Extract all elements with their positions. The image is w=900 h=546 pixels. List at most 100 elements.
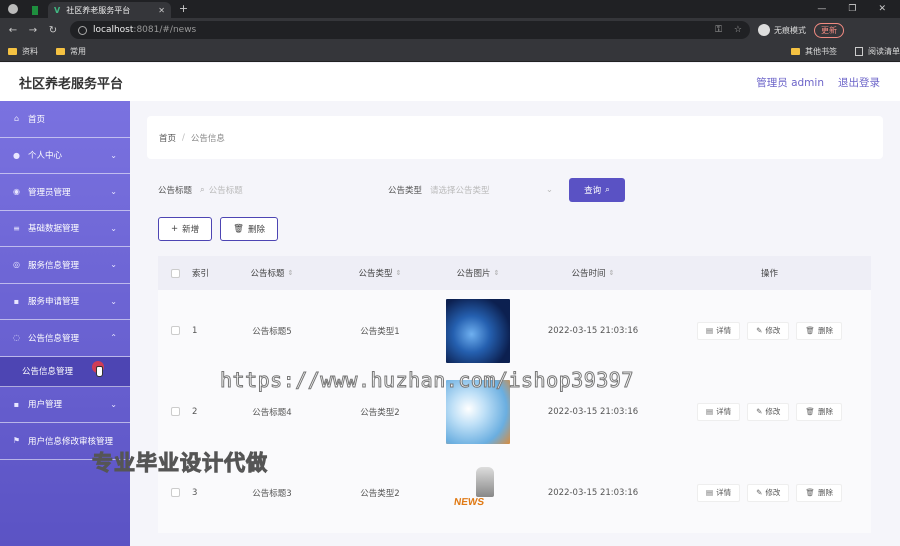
bookmark-folder[interactable]: 资料: [8, 46, 38, 57]
delete-button[interactable]: 🗑 删除: [796, 402, 842, 421]
row-index: 3: [192, 487, 198, 498]
apply-icon: ▪: [13, 296, 20, 306]
col-ops: 操作: [760, 269, 778, 279]
close-window-icon[interactable]: ✕: [878, 4, 886, 14]
detail-button[interactable]: ▤ 详情: [697, 402, 741, 421]
bulk-delete-button[interactable]: 🗑 删除: [220, 217, 278, 241]
search-icon: ⌕: [200, 185, 205, 195]
reading-list[interactable]: 阅读清单: [855, 46, 900, 57]
row-type: 公告类型2: [360, 407, 400, 418]
detail-button[interactable]: ▤ 详情: [697, 321, 741, 340]
other-bookmarks[interactable]: 其他书签: [791, 46, 837, 57]
edit-button[interactable]: ✎ 修改: [747, 402, 790, 421]
query-button[interactable]: 查询 ⌕: [569, 178, 626, 202]
delete-button[interactable]: 🗑 删除: [796, 483, 842, 502]
forward-icon[interactable]: →: [26, 25, 40, 36]
back-icon[interactable]: ←: [6, 25, 20, 36]
row-time: 2022-03-15 21:03:16: [547, 487, 639, 498]
row-title: 公告标题3: [252, 488, 292, 499]
col-title-label: 公告标题: [250, 269, 285, 279]
bookmark-label: 资料: [22, 47, 38, 56]
table-header: 索引 公告标题 ⇕ 公告类型 ⇕ 公告图片 ⇕ 公告时间 ⇕ 操作: [158, 256, 871, 290]
title-search-input[interactable]: ⌕ 公告标题: [200, 179, 330, 201]
notice-image[interactable]: [446, 298, 510, 363]
sidebar-item-home[interactable]: ⌂ 首页: [0, 101, 130, 138]
sidebar-item-profile[interactable]: ● 个人中心 ⌄: [0, 138, 130, 174]
active-tab[interactable]: V 社区养老服务平台 ✕: [48, 2, 171, 18]
chevron-down-icon: ⌄: [110, 150, 117, 160]
folder-icon: [791, 48, 800, 55]
sidebar-item-admin[interactable]: ◉ 管理员管理 ⌄: [0, 174, 130, 211]
delete-label: 删除: [247, 225, 265, 235]
col-time[interactable]: 公告时间 ⇕: [518, 267, 668, 279]
delete-label: 删除: [817, 407, 833, 416]
col-title[interactable]: 公告标题 ⇕: [222, 267, 322, 279]
col-image[interactable]: 公告图片 ⇕: [438, 267, 518, 279]
chevron-down-icon: ⌄: [545, 185, 554, 195]
minimize-icon[interactable]: —: [817, 4, 826, 14]
delete-button[interactable]: 🗑 删除: [796, 321, 842, 340]
sidebar-item-service[interactable]: ◎ 服务信息管理 ⌄: [0, 247, 130, 284]
browser-menu-icon[interactable]: [8, 4, 18, 14]
sidebar-item-notice[interactable]: ◌ 公告信息管理 ⌃: [0, 320, 130, 357]
flag-icon: ⚑: [12, 436, 21, 446]
sidebar-item-label: 用户管理: [28, 400, 63, 411]
sidebar-item-users[interactable]: ▪ 用户管理 ⌄: [0, 387, 130, 423]
chevron-down-icon: ⌄: [110, 399, 117, 409]
notice-image[interactable]: NEWS: [446, 460, 510, 525]
home-icon: ⌂: [13, 114, 20, 124]
bookmark-label: 其他书签: [805, 47, 837, 56]
row-index: 2: [192, 406, 198, 417]
reload-icon[interactable]: ↻: [46, 25, 60, 36]
detail-label: 详情: [716, 407, 732, 416]
tab-close-icon[interactable]: ✕: [158, 6, 165, 15]
sidebar-item-apply[interactable]: ▪ 服务申请管理 ⌄: [0, 284, 130, 320]
col-type[interactable]: 公告类型 ⇕: [322, 267, 438, 279]
update-button[interactable]: 更新: [814, 22, 844, 38]
service-icon: ◎: [13, 260, 20, 270]
app-header: 社区养老服务平台 管理员 admin 退出登录: [0, 63, 900, 101]
bookmark-folder[interactable]: 常用: [56, 46, 86, 57]
user-label: 管理员 admin: [756, 76, 824, 89]
row-checkbox[interactable]: [170, 488, 180, 497]
restore-icon[interactable]: ❐: [848, 4, 856, 14]
main-content: 首页 / 公告信息 公告标题 ⌕ 公告标题 公告类型 请选择公告类型 ⌄ 查询 …: [130, 101, 900, 546]
sort-icon: ⇕: [395, 269, 402, 277]
col-type-label: 公告类型: [358, 269, 393, 279]
title-label: 公告标题: [158, 186, 193, 196]
key-icon[interactable]: ⚿: [715, 25, 722, 35]
url-path: :8081/#/news: [133, 25, 197, 35]
type-select[interactable]: 请选择公告类型 ⌄: [430, 179, 555, 201]
news-figure-icon: [476, 466, 494, 497]
notice-icon: ◌: [13, 333, 20, 343]
trash-icon: 🗑: [805, 488, 815, 497]
edit-label: 修改: [765, 326, 781, 335]
detail-label: 详情: [716, 488, 732, 497]
sidebar-subitem-notice-manage[interactable]: 公告信息管理: [0, 356, 130, 387]
plus-icon: +: [171, 224, 179, 234]
row-time: 2022-03-15 21:03:16: [547, 406, 639, 417]
sidebar-item-label: 首页: [28, 114, 46, 125]
new-tab-icon[interactable]: +: [179, 2, 188, 15]
site-info-icon[interactable]: [78, 25, 87, 35]
list-icon: ≡: [13, 223, 20, 233]
select-all-checkbox[interactable]: [170, 268, 180, 278]
row-title: 公告标题4: [252, 407, 292, 418]
sidebar-item-basedata[interactable]: ≡ 基础数据管理 ⌄: [0, 211, 130, 247]
delete-label: 删除: [817, 326, 833, 335]
logout-link[interactable]: 退出登录: [838, 75, 880, 90]
row-checkbox[interactable]: [170, 407, 180, 416]
breadcrumb-home[interactable]: 首页: [159, 132, 176, 144]
detail-button[interactable]: ▤ 详情: [697, 483, 741, 502]
reading-list-icon: [855, 47, 863, 56]
pinned-tab[interactable]: [26, 2, 44, 18]
edit-button[interactable]: ✎ 修改: [747, 483, 790, 502]
incognito-indicator[interactable]: 无痕模式: [758, 24, 806, 36]
edit-button[interactable]: ✎ 修改: [747, 321, 790, 340]
sort-icon: ⇕: [287, 269, 294, 277]
row-checkbox[interactable]: [170, 326, 180, 335]
bookmark-star-icon[interactable]: ☆: [734, 25, 742, 35]
url-input[interactable]: localhost :8081/#/news ⚿ ☆: [70, 21, 750, 39]
row-index: 1: [192, 325, 198, 336]
add-button[interactable]: + 新增: [158, 217, 213, 241]
